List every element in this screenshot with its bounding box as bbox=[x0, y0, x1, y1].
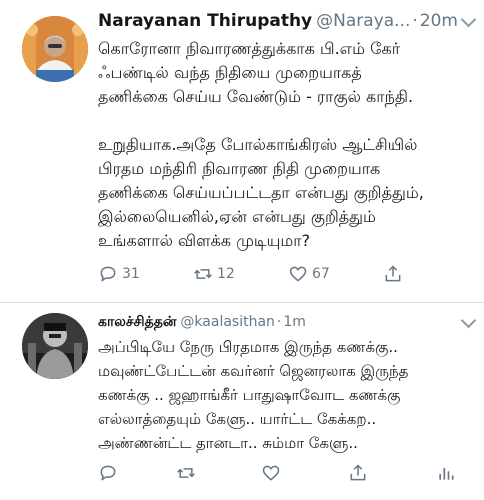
share-button[interactable] bbox=[348, 461, 368, 485]
tweet[interactable]: Narayanan Thirupathy @Naraya... · 20m கொரோன… bbox=[0, 0, 484, 302]
tweet-actions: 31 12 67 bbox=[98, 262, 464, 286]
avatar[interactable] bbox=[22, 16, 88, 82]
retweet-button[interactable]: 12 bbox=[193, 262, 235, 286]
share-icon bbox=[350, 464, 366, 481]
tweet-actions bbox=[98, 461, 464, 485]
separator-dot: · bbox=[412, 11, 418, 31]
tweet-text: அப்பிடியே நேரு பிரதமாக இருந்த கணக்கு.. ம… bbox=[98, 338, 409, 452]
display-name[interactable]: காலச்சித்தன் bbox=[98, 314, 176, 330]
user-handle[interactable]: @Naraya... bbox=[316, 11, 410, 31]
tweet[interactable]: காலச்சித்தன் @kaalasithan · 1m அப்பிடியே நே… bbox=[0, 303, 484, 500]
analytics-button[interactable] bbox=[436, 461, 456, 485]
reply-button[interactable] bbox=[98, 461, 118, 485]
retweet-icon bbox=[194, 269, 212, 279]
tweet-text: கொரோனா நிவாரணத்துக்காக பி.எம் கேர் ஃபண்ட… bbox=[98, 39, 424, 250]
like-count: 67 bbox=[312, 266, 330, 282]
avatar[interactable] bbox=[22, 313, 88, 379]
share-icon bbox=[385, 265, 401, 282]
retweet-icon bbox=[177, 468, 195, 478]
like-button[interactable] bbox=[261, 461, 281, 485]
tweet-header: காலச்சித்தன் @kaalasithan · 1m bbox=[98, 311, 474, 333]
reply-icon bbox=[100, 266, 116, 282]
separator-dot: · bbox=[276, 314, 282, 330]
like-button[interactable]: 67 bbox=[288, 262, 330, 286]
reply-icon bbox=[100, 465, 116, 481]
heart-icon bbox=[289, 266, 307, 282]
heart-icon bbox=[262, 465, 280, 481]
user-handle[interactable]: @kaalasithan bbox=[180, 314, 275, 330]
display-name[interactable]: Narayanan Thirupathy bbox=[98, 11, 312, 31]
tweet-header: Narayanan Thirupathy @Naraya... · 20m bbox=[98, 10, 474, 32]
timestamp[interactable]: 20m bbox=[420, 11, 458, 31]
retweet-button[interactable] bbox=[176, 461, 196, 485]
share-button[interactable] bbox=[383, 262, 403, 286]
timestamp[interactable]: 1m bbox=[283, 314, 306, 330]
reply-count: 31 bbox=[122, 266, 140, 282]
reply-button[interactable]: 31 bbox=[98, 262, 140, 286]
retweet-count: 12 bbox=[217, 266, 235, 282]
analytics-icon bbox=[439, 468, 454, 480]
